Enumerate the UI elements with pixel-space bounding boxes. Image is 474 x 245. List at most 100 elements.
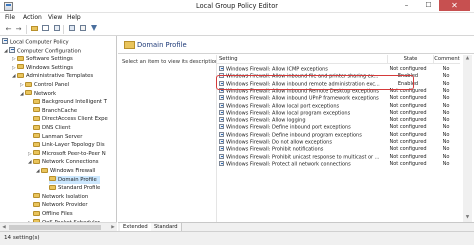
scroll-up-icon[interactable]: ▲ [463, 55, 472, 63]
tree-item-domain-profile[interactable]: Domain Profile [49, 175, 100, 185]
setting-comment: No [442, 66, 450, 72]
forward-button[interactable]: → [14, 25, 23, 34]
folder-icon [33, 107, 40, 113]
properties-icon[interactable] [78, 25, 87, 34]
table-row[interactable]: Windows Firewall: Allow inbound UPnP fra… [217, 95, 460, 102]
table-row[interactable]: Windows Firewall: Allow local port excep… [217, 102, 460, 110]
setting-comment: No [442, 102, 450, 109]
table-row[interactable]: Windows Firewall: Define inbound program… [217, 131, 460, 139]
setting-name: Windows Firewall: Define inbound program… [226, 132, 362, 139]
tree-item-directaccess[interactable]: DirectAccess Client Expe [33, 115, 108, 124]
table-row[interactable]: Windows Firewall: Protect all network co… [217, 160, 460, 168]
title-bar: Local Group Policy Editor – ☐ ✕ [0, 0, 474, 13]
menu-view[interactable]: View [48, 14, 62, 21]
tree-item-label: Domain Profile [58, 176, 97, 183]
tree-item-windows-firewall[interactable]: ◢ Windows Firewall [36, 167, 95, 176]
tree-item-branchcache[interactable]: BranchCache [33, 107, 77, 116]
show-hide-tree-icon[interactable] [41, 25, 50, 34]
help-icon[interactable] [67, 25, 76, 34]
tree-item-network[interactable]: ◢ Network [20, 90, 56, 99]
tree-item-label: DirectAccess Client Expe [42, 116, 108, 123]
page-title: Domain Profile [137, 41, 187, 49]
up-one-level-icon[interactable] [30, 25, 39, 34]
table-row[interactable]: Windows Firewall: Allow ICMP exceptions N… [217, 66, 460, 73]
tree-item-local-computer-policy[interactable]: Local Computer Policy [2, 38, 69, 47]
setting-state: Not configured [389, 146, 427, 153]
tree-item-network-connections[interactable]: ◢ Network Connections [28, 158, 99, 167]
table-row[interactable]: Windows Firewall: Prohibit notifications… [217, 146, 460, 153]
setting-state: Not configured [389, 102, 427, 109]
column-header-comment[interactable]: Comment [434, 55, 460, 64]
policy-setting-icon [219, 153, 224, 159]
tree-item-label: Local Computer Policy [10, 39, 69, 46]
tree-item-network-isolation[interactable]: Network Isolation [33, 193, 88, 202]
minimize-button[interactable]: – [397, 0, 416, 11]
tree-horizontal-scrollbar[interactable]: ◀ ▶ [0, 222, 117, 231]
tree-item-label: Lanman Server [42, 133, 83, 140]
setting-comment: No [442, 124, 450, 131]
filter-icon[interactable] [89, 25, 98, 34]
policy-setting-icon [219, 95, 224, 101]
tree-item-microsoft-peer-to-peer[interactable]: ▷ Microsoft Peer-to-Peer N [28, 150, 106, 159]
table-row[interactable]: Windows Firewall: Allow local program ex… [217, 109, 460, 117]
tree-item-label: Network [34, 90, 57, 97]
close-button[interactable]: ✕ [439, 0, 470, 11]
folder-icon [33, 150, 40, 156]
tree-item-control-panel[interactable]: ▷ Control Panel [20, 81, 69, 90]
table-row[interactable]: Windows Firewall: Allow logging Not confi… [217, 117, 460, 124]
setting-comment: No [442, 146, 450, 153]
tree-item-standard-profile[interactable]: Standard Profile [49, 184, 100, 193]
tree-item-windows-settings[interactable]: ▷ Windows Settings [12, 64, 73, 73]
table-row[interactable]: Windows Firewall: Define inbound port ex… [217, 124, 460, 131]
folder-icon [33, 193, 40, 199]
policy-setting-icon [219, 146, 224, 152]
table-row[interactable]: Windows Firewall: Prohibit unicast respo… [217, 153, 460, 161]
maximize-button[interactable]: ☐ [419, 0, 438, 11]
menu-help[interactable]: Help [67, 14, 81, 21]
tree-item-network-provider[interactable]: Network Provider [33, 201, 88, 210]
export-list-icon[interactable] [52, 25, 61, 34]
tree-item-software-settings[interactable]: ▷ Software Settings [12, 55, 73, 64]
setting-comment: No [442, 117, 450, 124]
setting-name: Windows Firewall: Allow ICMP exceptions [226, 66, 328, 73]
tree-item-label: DNS Client [42, 125, 71, 131]
tree-item-administrative-templates[interactable]: ◢ Administrative Templates [12, 72, 93, 81]
settings-vertical-scrollbar[interactable]: ▲ ▼ [463, 55, 472, 222]
tree-item-label: Link-Layer Topology Dis [42, 142, 105, 149]
policy-setting-icon [219, 131, 224, 137]
folder-icon [33, 115, 40, 121]
table-row[interactable]: Windows Firewall: Do not allow exception… [217, 139, 460, 146]
tree-item-dns-client[interactable]: DNS Client [33, 124, 70, 133]
folder-icon [41, 167, 48, 173]
back-button[interactable]: ← [4, 25, 13, 34]
policy-setting-icon [219, 66, 224, 71]
setting-state: Not configured [389, 109, 427, 116]
tree-item-label: Control Panel [34, 82, 70, 88]
tree-item-computer-configuration[interactable]: ◢ Computer Configuration [4, 46, 81, 56]
folder-icon [17, 72, 24, 78]
view-tabs: Extended Standard [118, 222, 474, 232]
folder-icon [33, 124, 40, 130]
setting-name: Windows Firewall: Protect all network co… [226, 161, 351, 168]
folder-icon [25, 90, 32, 96]
scrollbar-thumb[interactable] [9, 225, 101, 230]
tree-item-label: Software Settings [26, 56, 73, 63]
setting-comment: No [442, 131, 450, 138]
menu-file[interactable]: File [5, 14, 15, 21]
toolbar: ← → [0, 23, 474, 36]
tree-item-label: Network Isolation [42, 193, 89, 200]
policy-setting-icon [219, 160, 224, 166]
setting-comment: No [442, 80, 450, 87]
tree-item-background-intelligent[interactable]: Background Intelligent T [33, 98, 107, 107]
tree-item-offline-files[interactable]: Offline Files [33, 210, 73, 219]
tree-item-lanman-server[interactable]: Lanman Server [33, 133, 82, 142]
tree-item-link-layer-topology[interactable]: Link-Layer Topology Dis [33, 141, 105, 150]
column-header-setting[interactable]: Setting [217, 55, 388, 64]
setting-comment: No [442, 160, 450, 167]
menu-bar: File Action View Help [0, 13, 474, 23]
column-header-state[interactable]: State [388, 55, 434, 64]
tree-item-label: Computer Configuration [17, 48, 81, 55]
tree-item-label: Background Intelligent T [42, 99, 107, 106]
menu-action[interactable]: Action [23, 14, 42, 21]
scroll-down-icon[interactable]: ▼ [463, 214, 472, 222]
